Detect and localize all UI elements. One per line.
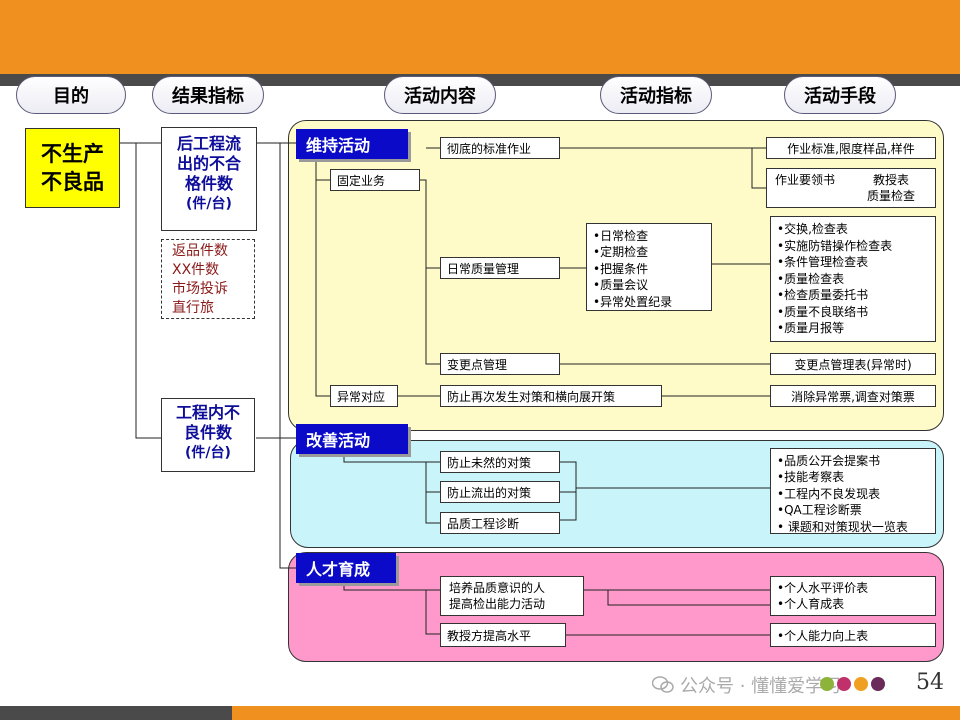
means-daily-item: •检查质量委托书 [777, 288, 869, 302]
dot-orange [854, 677, 868, 691]
talent-means-item: •个人育成表 [777, 597, 845, 612]
market-line-2: XX件数 [172, 262, 220, 278]
indicator-in-process: 工程内不 良件数 (件/台) [161, 398, 255, 472]
means-daily-item: •交换,检查表 [777, 222, 848, 236]
means-guide-1: 作业要领书 [775, 173, 836, 187]
daily-check-item: •定期检查 [593, 245, 649, 260]
means-guide-2: 教授表 [872, 173, 909, 187]
decorative-dots [820, 677, 885, 691]
means-daily-item: •实施防错操作检查表 [777, 238, 893, 253]
change-point-node: 变更点管理 [440, 353, 560, 375]
market-line-1: 返品件数 [172, 243, 228, 259]
fixed-work-node: 固定业务 [330, 169, 420, 191]
daily-check-item: •把握条件 [593, 261, 649, 276]
dot-green [820, 677, 834, 691]
means-standard: 作业标准,限度样品,样件 [766, 137, 936, 159]
maintain-header: 维持活动 [296, 129, 408, 159]
indicator-after-process-unit: (件/台) [186, 196, 232, 212]
means-daily-item: •质量不良联络书 [777, 304, 869, 319]
means-daily-list: •交换,检查表 •实施防错操作检查表 •条件管理检查表 •质量检查表 •检查质量… [770, 216, 936, 342]
indicator-in-process-unit: (件/台) [185, 445, 231, 461]
improve-means-item: •品质公开会提案书 [777, 454, 881, 468]
means-change: 变更点管理表(异常时) [770, 353, 936, 375]
means-guide-3: 质量检查 [866, 189, 915, 204]
means-daily-item: •质量检查表 [777, 271, 845, 286]
indicator-in-process-line-2: 良件数 [183, 423, 232, 442]
market-line-3: 市场投诉 [172, 281, 228, 297]
indicator-in-process-line-1: 工程内不 [175, 403, 240, 422]
talent-means-item: •个人水平评价表 [777, 581, 869, 595]
improve-means-list: •品质公开会提案书 •技能考察表 •工程内不良发现表 •QA工程诊断票 • 课题… [770, 448, 936, 534]
standard-work-node: 彻底的标准作业 [440, 137, 560, 159]
talent-header: 人才育成 [296, 553, 396, 583]
talent-means-1: •个人水平评价表 •个人育成表 [770, 576, 936, 616]
wechat-icon [652, 676, 674, 693]
talent-activity-1-line-2: 提高检出能力活动 [449, 597, 546, 612]
daily-check-item: •日常检查 [593, 229, 649, 243]
goal-box: 不生产 不良品 [25, 128, 120, 208]
prevent-outflow-node: 防止流出的对策 [440, 481, 560, 503]
market-line-4: 直行旅 [172, 300, 214, 316]
prevent-occurrence-node: 防止未然的对策 [440, 451, 560, 473]
goal-line-2: 不良品 [41, 170, 104, 194]
page-number: 54 [916, 670, 944, 695]
indicator-after-process-line-3: 格件数 [184, 174, 233, 193]
daily-check-item: •异常处置纪录 [593, 294, 673, 309]
daily-qc-node: 日常质量管理 [440, 257, 560, 279]
indicator-after-process-line-1: 后工程流 [176, 134, 241, 153]
improve-means-item: •技能考察表 [777, 470, 845, 485]
dot-magenta [837, 677, 851, 691]
improve-header: 改善活动 [296, 424, 408, 454]
talent-activity-2: 教授方提高水平 [440, 623, 566, 647]
abnormal-response-node: 异常对应 [330, 385, 398, 407]
market-indicators: 返品件数 XX件数 市场投诉 直行旅 [161, 239, 255, 319]
quality-diagnosis-node: 品质工程诊断 [440, 512, 560, 534]
means-daily-item: •条件管理检查表 [777, 255, 869, 269]
improve-means-item: •工程内不良发现表 [777, 486, 881, 501]
indicator-after-process: 后工程流 出的不合 格件数 (件/台) [161, 127, 257, 231]
means-abnormal: 消除异常票,调查对策票 [770, 385, 936, 407]
dot-purple [871, 677, 885, 691]
improve-means-item: •QA工程诊断票 [777, 503, 862, 518]
goal-line-1: 不生产 [41, 142, 104, 166]
indicator-after-process-line-2: 出的不合 [176, 154, 241, 173]
improve-means-item: • 课题和对策现状一览表 [777, 519, 908, 534]
daily-check-item: •质量会议 [593, 278, 649, 293]
daily-checks-list: •日常检查 •定期检查 •把握条件 •质量会议 •异常处置纪录 [586, 223, 712, 311]
talent-activity-1-line-1: 培养品质意识的人 [449, 581, 546, 595]
means-guide: 作业要领书 教授表 质量检查 [766, 168, 936, 208]
talent-means-2: •个人能力向上表 [770, 623, 936, 647]
talent-activity-1: 培养品质意识的人 提高检出能力活动 [440, 576, 584, 616]
watermark: 公众号 · 懂懂爱学习 [652, 672, 841, 698]
prevent-recurrence-node: 防止再次发生对策和横向展开策 [440, 385, 662, 407]
means-daily-item: •质量月报等 [777, 321, 845, 335]
watermark-text: 公众号 · 懂懂爱学习 [680, 676, 842, 697]
